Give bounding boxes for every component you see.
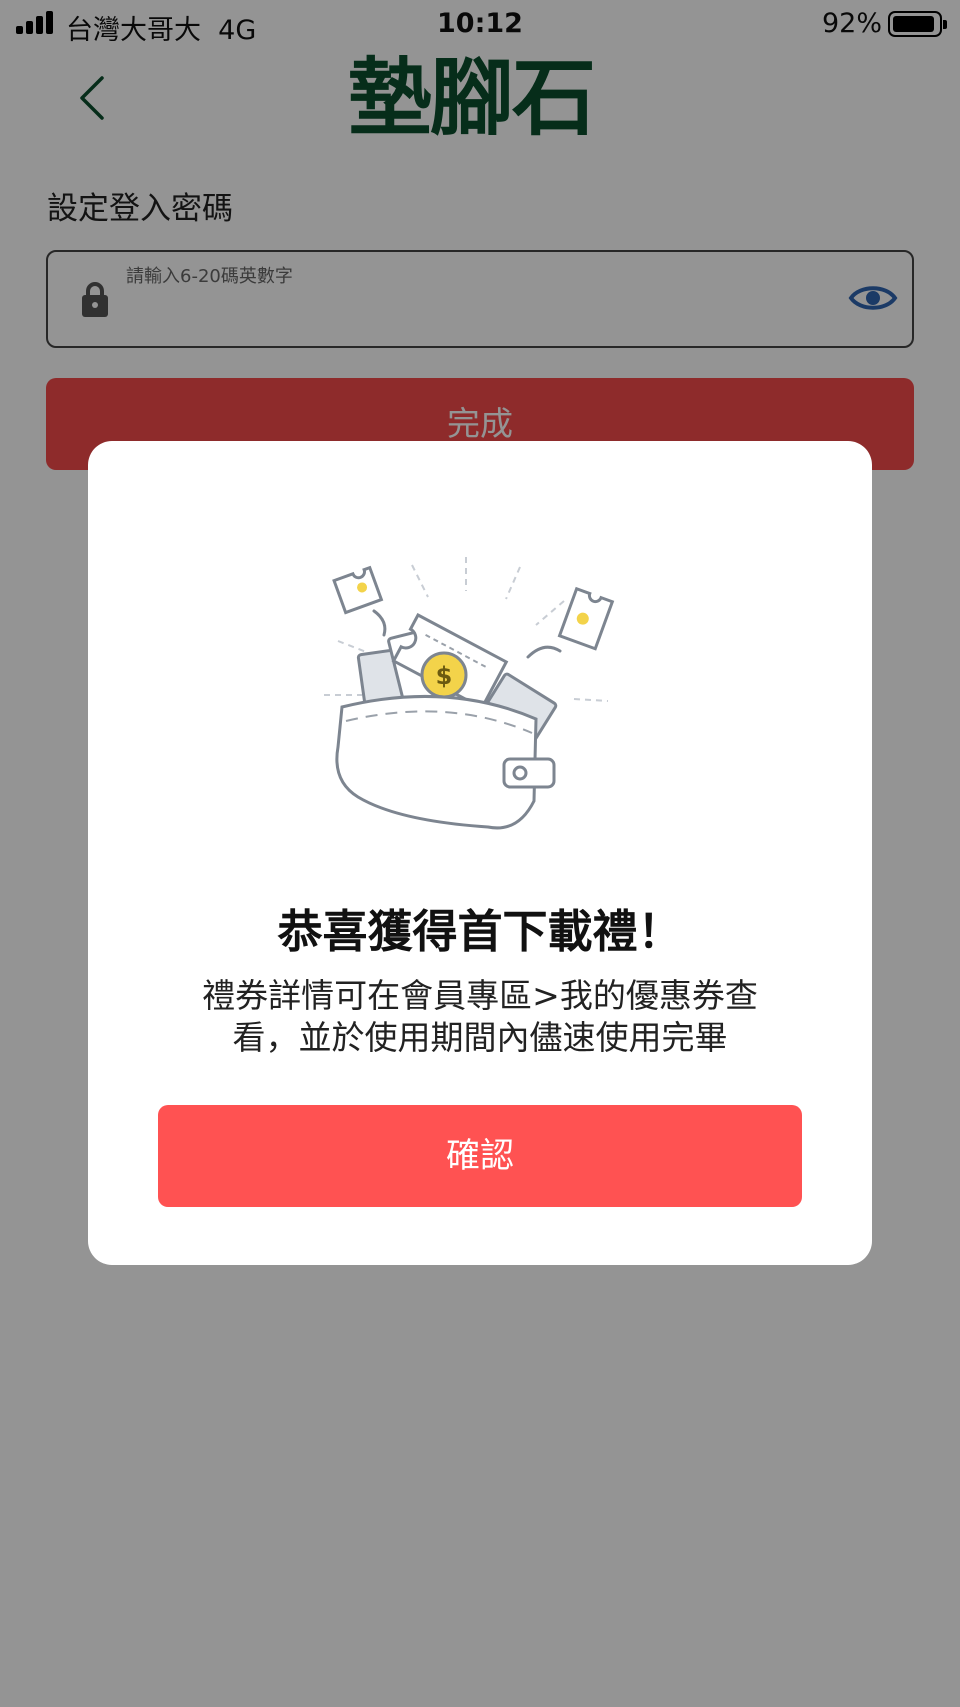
confirm-button[interactable]: 確認 bbox=[158, 1105, 802, 1207]
svg-text:$: $ bbox=[436, 662, 453, 690]
gift-dialog: $ 恭喜獲得首下載禮！ 禮券詳情可在會員專區>我的優惠券查 看，並於使用期間內儘… bbox=[88, 441, 872, 1265]
dialog-message-line: 禮券詳情可在會員專區>我的優惠券查 bbox=[202, 976, 758, 1015]
dialog-message: 禮券詳情可在會員專區>我的優惠券查 看，並於使用期間內儘速使用完畢 bbox=[148, 975, 812, 1059]
dialog-title: 恭喜獲得首下載禮！ bbox=[277, 905, 683, 958]
dialog-message-line: 看，並於使用期間內儘速使用完畢 bbox=[232, 1018, 728, 1057]
wallet-coupons-illustration: $ bbox=[324, 557, 615, 830]
